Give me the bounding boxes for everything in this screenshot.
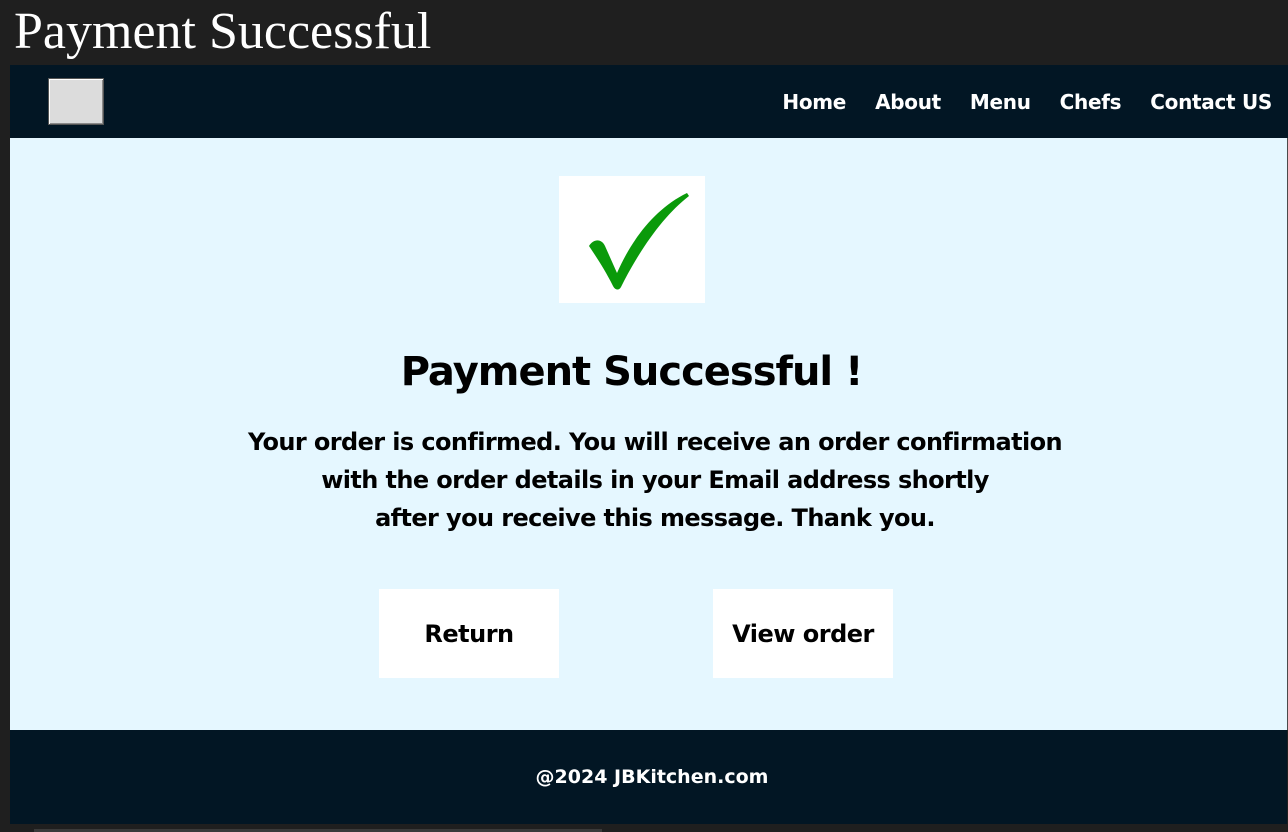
- return-button[interactable]: Return: [379, 589, 559, 678]
- nav-link-chefs[interactable]: Chefs: [1060, 90, 1122, 114]
- message-line: Your order is confirmed. You will receiv…: [247, 428, 1063, 456]
- view-order-button[interactable]: View order: [713, 589, 893, 678]
- confirmation-message: Your order is confirmed. You will receiv…: [10, 423, 1288, 537]
- page-title: Payment Successful: [14, 3, 432, 60]
- message-line: with the order details in your Email add…: [321, 466, 989, 494]
- nav-link-contact-us[interactable]: Contact US: [1150, 90, 1272, 114]
- nav-link-menu[interactable]: Menu: [970, 90, 1031, 114]
- top-navbar: Home About Menu Chefs Contact US: [10, 65, 1288, 138]
- checkmark-icon-container: [559, 176, 705, 303]
- nav-link-home[interactable]: Home: [782, 90, 846, 114]
- payment-success-panel: Payment Successful ! Your order is confi…: [10, 138, 1288, 730]
- nav-links: Home About Menu Chefs Contact US: [782, 65, 1272, 138]
- message-line: after you receive this message. Thank yo…: [375, 504, 935, 532]
- footer-copyright: @2024 JBKitchen.com: [535, 766, 769, 788]
- logo-image-placeholder[interactable]: [48, 78, 104, 125]
- success-heading: Payment Successful !: [400, 349, 864, 395]
- footer: @2024 JBKitchen.com: [10, 730, 1287, 824]
- checkmark-icon: [589, 193, 689, 290]
- nav-link-about[interactable]: About: [875, 90, 941, 114]
